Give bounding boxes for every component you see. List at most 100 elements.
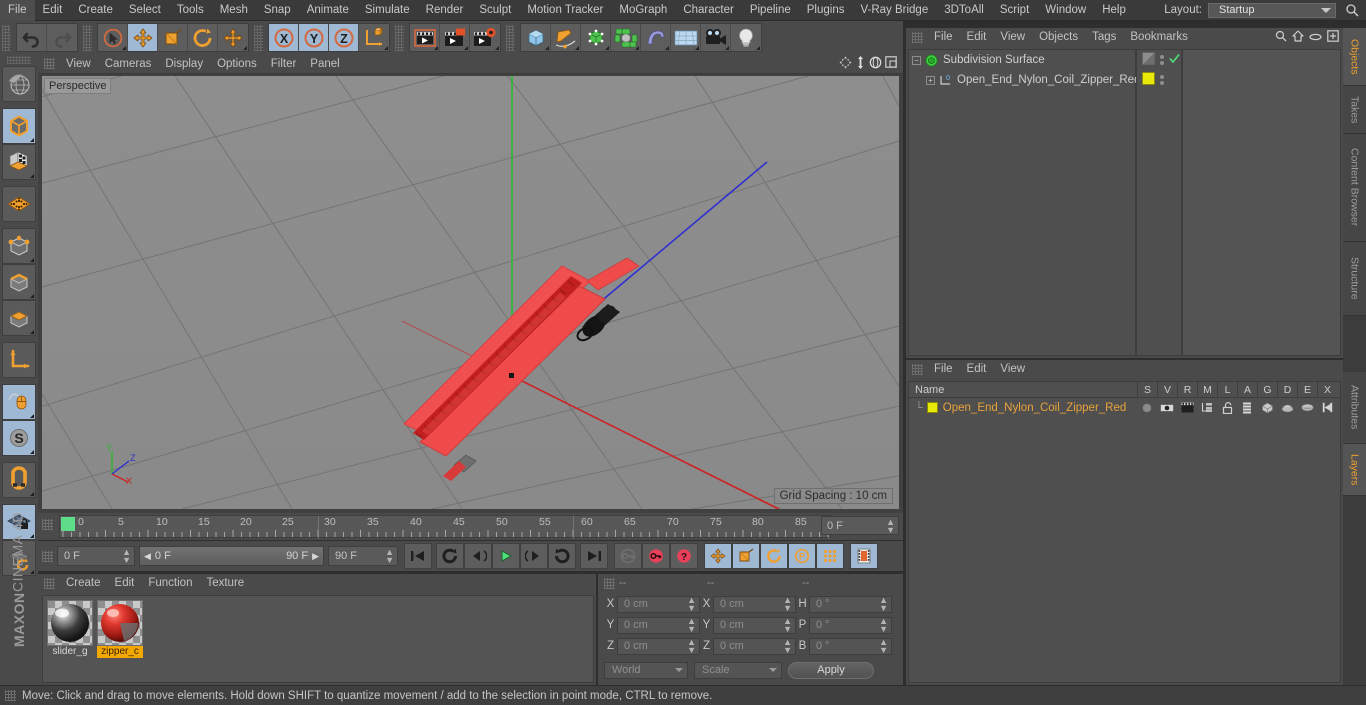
layer-menu-file[interactable]: File [927,360,960,379]
layer-column-r[interactable]: R [1177,381,1197,398]
go-to-start-icon[interactable] [404,543,432,569]
transform-mode-dropdown[interactable]: Scale [694,661,782,679]
layer-table[interactable]: Name S V R M L A G D E X └ Open_End_Nylo… [908,381,1341,683]
spline-pen-icon[interactable] [551,24,581,51]
menu-item-simulate[interactable]: Simulate [357,0,418,21]
range-left-arrow-icon[interactable]: ◀ [144,551,151,562]
apply-button[interactable]: Apply [788,661,874,679]
viewport-menu-view[interactable]: View [59,54,98,74]
material-menu-create[interactable]: Create [59,574,108,593]
visibility-toggle-icon[interactable] [1142,52,1155,68]
position-y-field[interactable]: 0 cm ▲ ▼ [617,616,700,634]
viewport-menu-options[interactable]: Options [210,54,264,74]
search-icon[interactable] [1342,0,1362,20]
solo-dot-icon[interactable] [1137,403,1157,413]
tag-dots-icon[interactable] [1160,75,1164,85]
home-icon[interactable] [1292,30,1304,45]
object-menu-edit[interactable]: Edit [960,28,994,47]
maximize-viewport-icon[interactable] [885,56,897,71]
edge-mode-icon[interactable] [2,264,36,300]
layer-column-d[interactable]: D [1277,381,1297,398]
render-view-icon[interactable] [410,24,440,51]
pan-icon[interactable] [839,56,852,72]
generator-icon[interactable] [1257,402,1277,414]
loop-icon[interactable] [548,543,576,569]
spinner-icon[interactable]: ▲ ▼ [122,548,131,565]
magnet-icon[interactable] [2,462,36,498]
material-menu-texture[interactable]: Texture [199,574,251,593]
end-frame-field[interactable]: 90 F ▲ ▼ [328,546,398,566]
autokey-icon[interactable] [642,543,670,569]
spinner-icon[interactable]: ▲ ▼ [886,517,895,534]
layer-column-s[interactable]: S [1137,381,1157,398]
viewport-grip[interactable] [44,58,55,69]
position-key-icon[interactable] [704,543,732,569]
timeline-grip[interactable] [42,519,53,530]
next-frame-icon[interactable] [520,543,548,569]
go-to-end-icon[interactable] [580,543,608,569]
rotation-b-field[interactable]: 0 ° ▲ ▼ [809,637,892,655]
object-menu-file[interactable]: File [927,28,960,47]
texture-mode-icon[interactable] [2,144,36,180]
expander-collapse[interactable]: − [912,55,921,65]
deformer-icon[interactable] [611,24,641,51]
object-row-subdivision-surface[interactable]: − Subdivision Surface [909,50,1135,70]
range-right-arrow-icon[interactable]: ▶ [312,551,319,562]
points-grid-icon[interactable] [2,186,36,222]
transport-grip[interactable] [42,550,53,562]
layer-column-m[interactable]: M [1197,381,1217,398]
redo-icon[interactable] [47,24,77,51]
dolly-icon[interactable] [855,55,866,72]
material-item-zipper[interactable]: zipper_c [97,600,143,658]
scale-icon[interactable] [158,24,188,51]
spinner-icon[interactable]: ▲ ▼ [879,596,888,613]
material-list[interactable]: slider_g zipper_c [42,595,594,683]
menu-item-3dtoall[interactable]: 3DToAll [936,0,992,21]
axis-modify-icon[interactable] [2,342,36,378]
menu-item-motion-tracker[interactable]: Motion Tracker [519,0,611,21]
tab-attributes[interactable]: Attributes [1343,372,1366,444]
previous-frame-icon[interactable] [464,543,492,569]
viewport-menu-display[interactable]: Display [158,54,210,74]
lock-open-icon[interactable] [1217,401,1237,414]
toolbar-grip-5[interactable] [506,24,515,51]
xref-icon[interactable] [1317,402,1337,413]
camera-icon[interactable] [701,24,731,51]
deformer-icon[interactable] [1277,402,1297,413]
scene-bend-icon[interactable] [641,24,671,51]
left-palette-grip[interactable] [7,56,31,64]
coordinates-grip[interactable] [604,577,615,589]
timeline-ruler[interactable]: 0 5 10 15 20 25 30 35 40 45 50 55 60 65 … [59,515,845,539]
expander-expand[interactable]: + [926,75,935,85]
viewport-menu-filter[interactable]: Filter [264,54,304,74]
size-z-field[interactable]: 0 cm ▲ ▼ [713,637,796,655]
object-manager-empty-area[interactable] [1182,49,1341,356]
scale-key-icon[interactable] [732,543,760,569]
layer-column-v[interactable]: V [1157,381,1177,398]
z-axis-icon[interactable]: Z [329,24,359,51]
model-mode-icon[interactable] [2,108,36,144]
menu-item-select[interactable]: Select [121,0,169,21]
layer-column-g[interactable]: G [1257,381,1277,398]
object-manager-grip[interactable] [912,32,923,43]
toolbar-grip-2[interactable] [83,24,92,51]
search-icon[interactable] [1275,30,1287,45]
rotation-h-field[interactable]: 0 ° ▲ ▼ [809,595,892,613]
object-menu-objects[interactable]: Objects [1032,28,1085,47]
generator-icon[interactable] [581,24,611,51]
tab-content-browser[interactable]: Content Browser [1343,134,1366,242]
render-clapper-icon[interactable] [1177,402,1197,413]
spinner-icon[interactable]: ▲ ▼ [879,617,888,634]
menu-item-animate[interactable]: Animate [299,0,357,21]
menu-item-vray-bridge[interactable]: V-Ray Bridge [852,0,936,21]
layer-manager-grip[interactable] [912,364,923,375]
layer-menu-view[interactable]: View [993,360,1032,379]
tab-takes[interactable]: Takes [1343,86,1366,134]
menu-item-tools[interactable]: Tools [169,0,212,21]
layer-column-x[interactable]: X [1317,381,1337,398]
status-bar-grip[interactable] [5,690,16,701]
size-y-field[interactable]: 0 cm ▲ ▼ [713,616,796,634]
tag-dots-icon[interactable] [1160,55,1164,65]
menu-item-mograph[interactable]: MoGraph [611,0,675,21]
spinner-icon[interactable]: ▲ ▼ [687,638,696,655]
